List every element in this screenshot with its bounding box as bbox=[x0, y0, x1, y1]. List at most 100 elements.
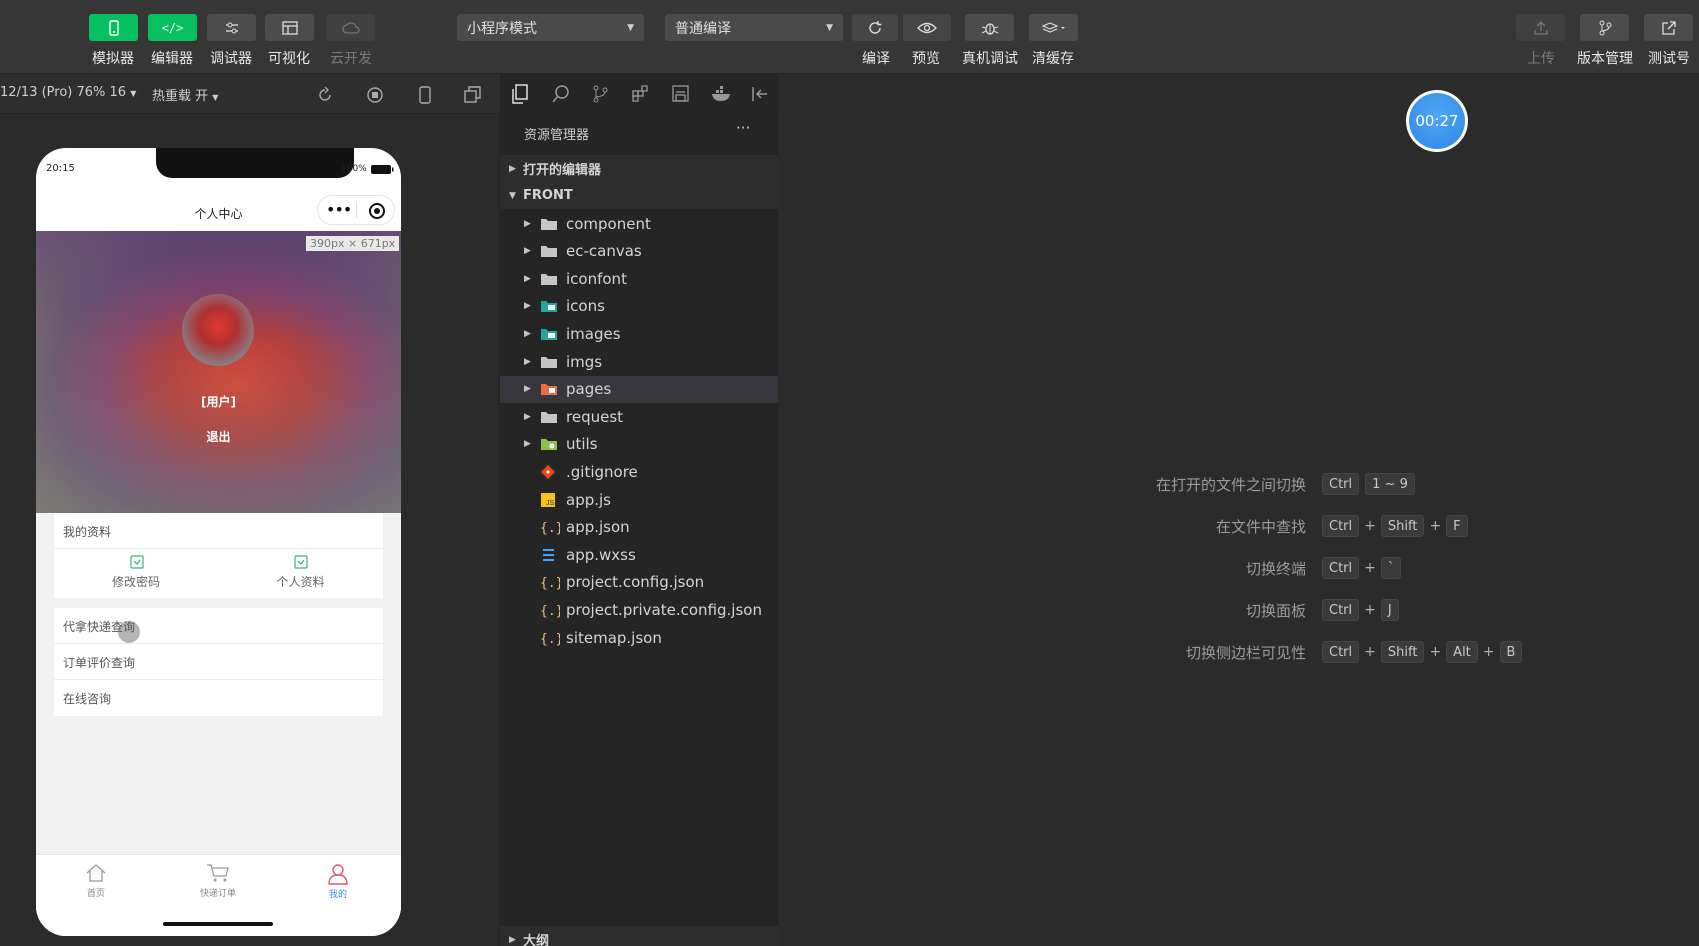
tree-item[interactable]: {.} project.private.config.json bbox=[500, 596, 778, 623]
tree-item[interactable]: ▶ request bbox=[500, 403, 778, 430]
json-file-icon: {.} bbox=[540, 602, 562, 618]
tree-item[interactable]: {.} sitemap.json bbox=[500, 624, 778, 651]
chevron-right-icon: ▶ bbox=[509, 934, 516, 945]
folder-icon bbox=[540, 244, 562, 258]
compile-button[interactable] bbox=[852, 14, 898, 41]
version-button[interactable] bbox=[1580, 14, 1629, 41]
edit-doc-icon bbox=[130, 555, 144, 569]
explorer-panel: 资源管理器 ··· ▶ 打开的编辑器 ▼ FRONT ▶ component ▶ ec… bbox=[500, 114, 778, 946]
tree-item[interactable]: ▶ utils bbox=[500, 431, 778, 458]
profile-banner: [用户] 退出 bbox=[36, 231, 401, 513]
preview-button[interactable] bbox=[903, 14, 951, 41]
svg-text:{.}: {.} bbox=[540, 632, 560, 646]
tree-item[interactable]: .gitignore bbox=[500, 458, 778, 485]
external-link-icon bbox=[1661, 20, 1676, 35]
editor-area bbox=[778, 74, 1699, 946]
tree-item[interactable]: ▶ ec-canvas bbox=[500, 238, 778, 265]
grid-item-label: 修改密码 bbox=[111, 575, 160, 589]
shortcut-label: 在文件中查找 bbox=[1215, 517, 1306, 536]
tree-item[interactable]: ▶ imgs bbox=[500, 348, 778, 375]
top-toolbar: 模拟器 </> 编辑器 调试器 可视化 云开发 小程序模式 ▼ 普通编译 ▼ 编… bbox=[0, 0, 1699, 74]
capsule-menu[interactable]: ••• bbox=[317, 195, 395, 225]
tree-item[interactable]: {.} project.config.json bbox=[500, 569, 778, 596]
avatar[interactable] bbox=[182, 294, 254, 366]
debugger-button[interactable] bbox=[207, 14, 256, 41]
chevron-right-icon: ▶ bbox=[524, 328, 531, 339]
shortcut-label: 切换终端 bbox=[1245, 559, 1306, 578]
open-editors-header[interactable]: ▶ 打开的编辑器 bbox=[500, 155, 778, 182]
tree-item[interactable]: app.wxss bbox=[500, 541, 778, 568]
rotate-icon[interactable] bbox=[316, 86, 334, 104]
tree-item[interactable]: ▶ pages bbox=[500, 375, 778, 403]
tree-item[interactable]: ▶ images bbox=[500, 320, 778, 347]
extensions-icon[interactable] bbox=[631, 84, 651, 104]
docker-icon[interactable] bbox=[711, 84, 733, 104]
grid-item-profile[interactable]: 个人资料 bbox=[218, 549, 383, 598]
tab-delivery-orders[interactable]: 快递订单 bbox=[178, 863, 258, 903]
tree-item-label: iconfont bbox=[566, 269, 627, 288]
size-tag: 390px × 671px bbox=[306, 236, 400, 251]
tree-item-label: app.js bbox=[566, 490, 611, 509]
upload-label: 上传 bbox=[1527, 51, 1555, 67]
collapse-panel-icon[interactable] bbox=[750, 84, 770, 104]
key-separator: + bbox=[1429, 644, 1442, 660]
tab-label: 首页 bbox=[86, 889, 105, 899]
remote-debug-button[interactable] bbox=[965, 14, 1014, 41]
compile-select[interactable]: 普通编译 ▼ bbox=[665, 14, 843, 41]
tree-item[interactable]: ▶ component bbox=[500, 210, 778, 237]
grid-item-change-password[interactable]: 修改密码 bbox=[54, 549, 218, 598]
clear-cache-button[interactable] bbox=[1029, 14, 1078, 41]
keycap: Shift bbox=[1380, 515, 1425, 537]
tree-item[interactable]: ▶ icons bbox=[500, 293, 778, 320]
tab-home[interactable]: 首页 bbox=[56, 863, 136, 903]
list-item-online-consult[interactable]: 在线咨询 bbox=[54, 680, 383, 716]
simulator-button[interactable] bbox=[89, 14, 138, 41]
more-actions-icon[interactable]: ··· bbox=[736, 119, 750, 137]
keycap: Ctrl bbox=[1322, 515, 1360, 537]
activity-bar bbox=[500, 74, 778, 114]
project-root-header[interactable]: ▼ FRONT bbox=[500, 182, 778, 209]
tree-item-label: project.config.json bbox=[566, 573, 705, 592]
editor-button[interactable]: </> bbox=[148, 14, 197, 41]
phone-notch bbox=[156, 148, 354, 178]
device-icon[interactable] bbox=[418, 86, 432, 104]
profile-doc-icon bbox=[294, 555, 308, 569]
visualize-button[interactable] bbox=[265, 14, 314, 41]
mode-select[interactable]: 小程序模式 ▼ bbox=[457, 14, 644, 41]
keycap: Ctrl bbox=[1322, 641, 1360, 663]
version-label: 版本管理 bbox=[1577, 51, 1633, 67]
layers-icon bbox=[1040, 21, 1065, 33]
tab-bar: 首页 快递订单 我的 bbox=[36, 854, 401, 936]
timer-badge[interactable]: 00:27 bbox=[1406, 90, 1468, 152]
tab-mine[interactable]: 我的 bbox=[298, 863, 378, 903]
open-editors-label: 打开的编辑器 bbox=[523, 163, 602, 178]
hot-reload-toggle[interactable]: 热重载 开 ▼ bbox=[152, 85, 218, 104]
stop-icon[interactable] bbox=[366, 86, 384, 104]
save-icon[interactable] bbox=[671, 84, 691, 104]
tree-item[interactable]: ▶ iconfont bbox=[500, 265, 778, 292]
close-miniprogram-icon[interactable] bbox=[368, 202, 386, 220]
tree-item[interactable]: JS app.js bbox=[500, 486, 778, 513]
tree-item[interactable]: {.} app.json bbox=[500, 514, 778, 541]
files-icon[interactable] bbox=[510, 84, 530, 104]
project-root-label: FRONT bbox=[523, 188, 573, 203]
source-control-icon[interactable] bbox=[591, 84, 611, 104]
layout-icon bbox=[281, 20, 298, 35]
logout-link[interactable]: 退出 bbox=[36, 428, 401, 445]
outline-header[interactable]: ▶ 大纲 bbox=[500, 926, 778, 946]
upload-button[interactable] bbox=[1516, 14, 1565, 41]
search-icon[interactable] bbox=[551, 84, 571, 104]
list-item-delivery-query[interactable]: 代拿快递查询 bbox=[54, 608, 383, 644]
detach-window-icon[interactable] bbox=[464, 86, 482, 104]
more-dots-icon[interactable]: ••• bbox=[326, 200, 352, 219]
chevron-right-icon: ▶ bbox=[524, 411, 531, 422]
home-indicator bbox=[163, 922, 273, 926]
device-select[interactable]: 12/13 (Pro) 76% 16 ▼ bbox=[0, 85, 136, 100]
cloud-button[interactable] bbox=[326, 14, 375, 41]
utils-folder-icon bbox=[540, 437, 562, 451]
test-account-button[interactable] bbox=[1644, 14, 1693, 41]
list-item-order-review[interactable]: 订单评价查询 bbox=[54, 644, 383, 680]
tree-item-label: project.private.config.json bbox=[566, 600, 762, 619]
json-file-icon: {.} bbox=[540, 574, 562, 590]
json-file-icon: {.} bbox=[540, 519, 562, 535]
